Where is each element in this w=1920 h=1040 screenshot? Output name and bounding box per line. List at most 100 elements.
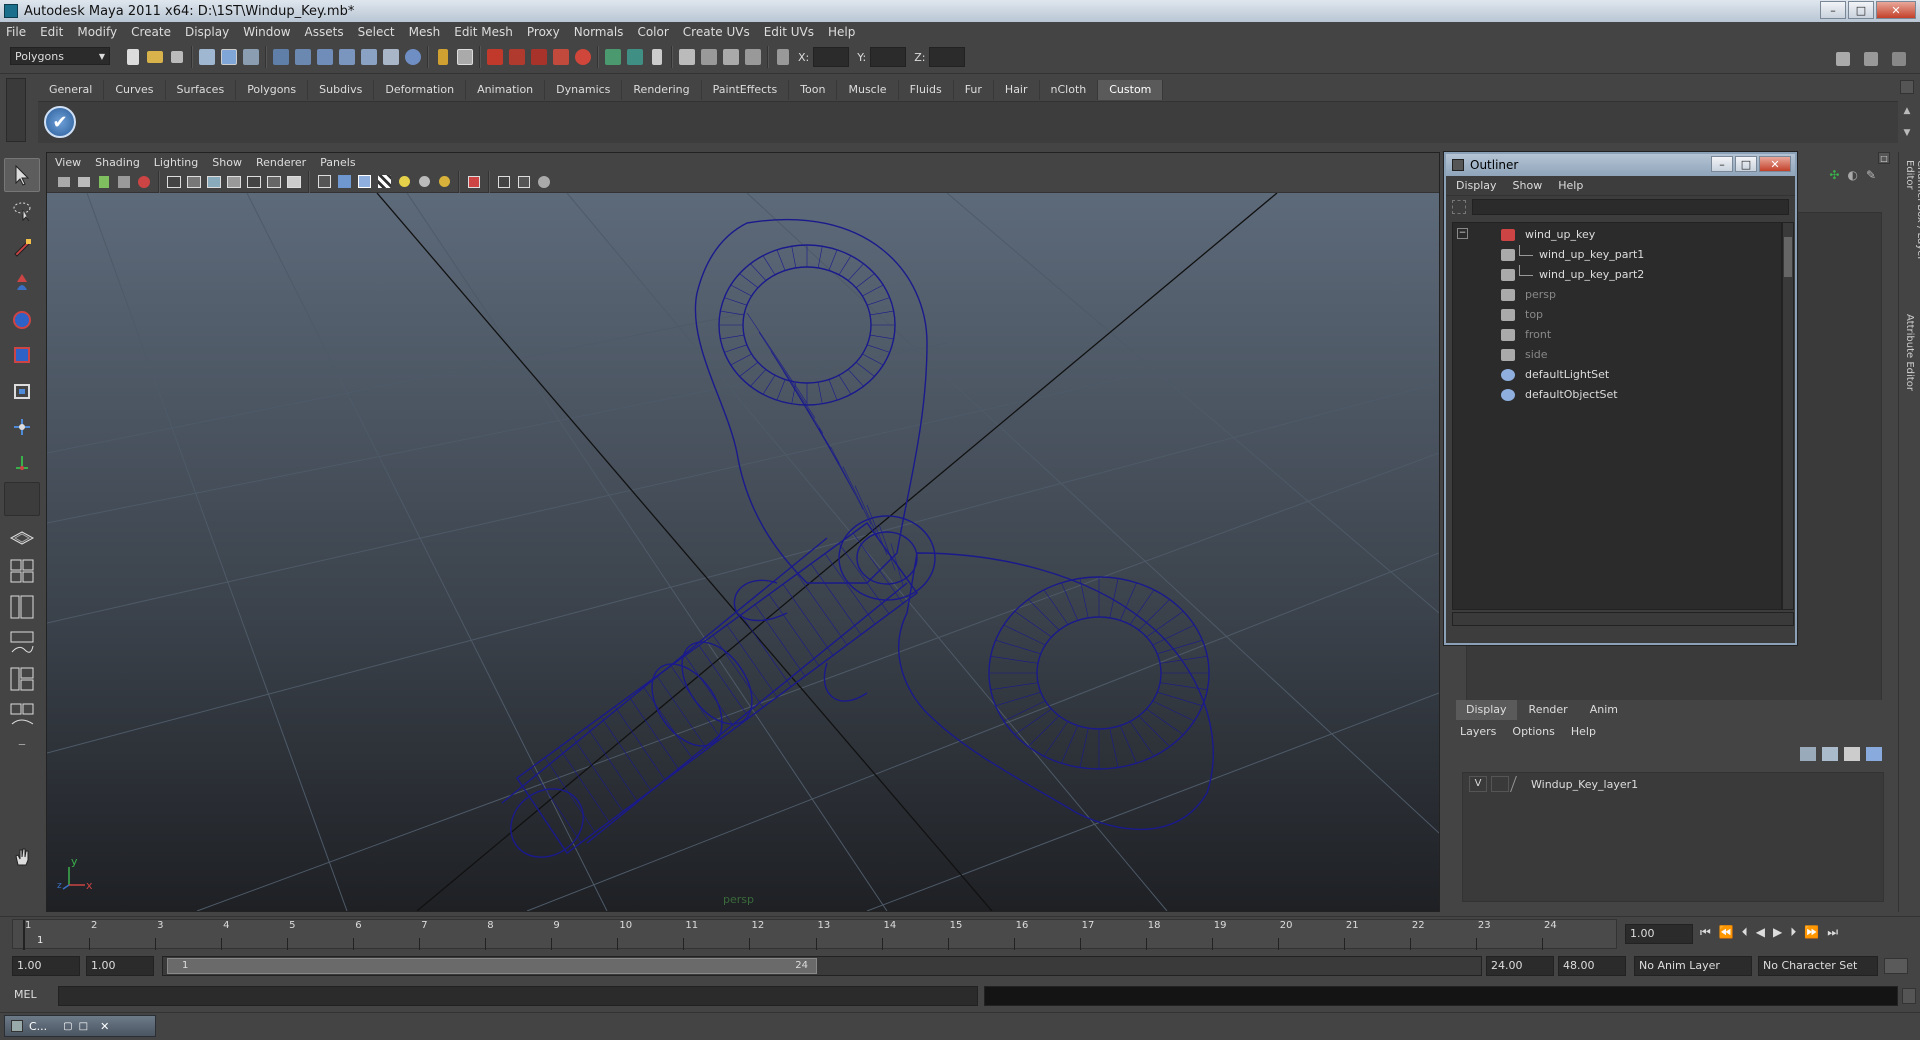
menu-display[interactable]: Display: [185, 25, 229, 39]
outliner-item[interactable]: top: [1453, 305, 1781, 325]
xray-icon[interactable]: [465, 173, 483, 191]
absolute-transform-icon[interactable]: [772, 46, 794, 68]
shelf-tab-curves[interactable]: Curves: [104, 80, 166, 100]
save-scene-icon[interactable]: [166, 46, 188, 68]
last-tool-slot[interactable]: [4, 482, 40, 516]
shelf-tab-surfaces[interactable]: Surfaces: [165, 80, 237, 100]
outliner-item[interactable]: wind_up_key_part2: [1453, 265, 1781, 285]
film-gate-icon[interactable]: [185, 173, 203, 191]
all-lights-icon[interactable]: [415, 173, 433, 191]
layer-name[interactable]: Windup_Key_layer1: [1531, 778, 1638, 791]
step-back-frame-icon[interactable]: ⏴: [1742, 925, 1748, 940]
layout-four-icon[interactable]: [1860, 48, 1882, 70]
shelf-handle[interactable]: [6, 78, 26, 142]
layer-menu-layers[interactable]: Layers: [1460, 725, 1496, 738]
layer-color-swatch[interactable]: [1510, 776, 1530, 792]
maximize-button[interactable]: □: [1848, 1, 1874, 19]
play-back-icon[interactable]: ◀: [1756, 925, 1765, 940]
manipulator-icon[interactable]: ✣: [1829, 168, 1839, 182]
wireframe-on-shaded-icon[interactable]: [355, 173, 373, 191]
restore-icon[interactable]: ▢: [63, 1021, 72, 1032]
character-set-dropdown[interactable]: No Character Set: [1758, 956, 1878, 976]
shelf-tab-deformation[interactable]: Deformation: [374, 80, 467, 100]
menu-file[interactable]: File: [6, 25, 26, 39]
render-settings-icon[interactable]: [528, 46, 550, 68]
menu-edit[interactable]: Edit: [40, 25, 63, 39]
arrow-up-icon[interactable]: ▲: [1904, 106, 1911, 116]
shadows-icon[interactable]: [435, 173, 453, 191]
outliner-item[interactable]: defaultLightSet: [1453, 365, 1781, 385]
outliner-maximize-button[interactable]: □: [1735, 156, 1757, 172]
isolate-select-icon[interactable]: [495, 173, 513, 191]
anim-layer-dropdown[interactable]: No Anim Layer: [1634, 956, 1752, 976]
arrow-down-icon[interactable]: ▼: [1904, 128, 1911, 138]
menu-help[interactable]: Help: [828, 25, 855, 39]
outliner-titlebar[interactable]: Outliner – □ ✕: [1446, 154, 1795, 176]
help-icon[interactable]: [402, 46, 424, 68]
shelf-tab-general[interactable]: General: [38, 80, 105, 100]
perspective-viewport[interactable]: View Shading Lighting Show Renderer Panels: [46, 152, 1440, 912]
smooth-shade-icon[interactable]: [335, 173, 353, 191]
image-plane-icon[interactable]: [115, 173, 133, 191]
render-view-icon[interactable]: [572, 46, 594, 68]
select-tool[interactable]: [4, 158, 40, 192]
menu-create-uvs[interactable]: Create UVs: [683, 25, 750, 39]
shelf-tab-fluids[interactable]: Fluids: [898, 80, 954, 100]
select-camera-icon[interactable]: [55, 173, 73, 191]
outliner-item[interactable]: persp: [1453, 285, 1781, 305]
command-input[interactable]: [58, 986, 978, 1006]
layout-perspective-icon[interactable]: [4, 518, 40, 552]
select-hierarchy-icon[interactable]: [196, 46, 218, 68]
wireframe-icon[interactable]: [315, 173, 333, 191]
layout-hypershade-persp-icon[interactable]: [4, 662, 40, 696]
time-slider[interactable]: 1 1 2 3 4 5 6 7 8 9 10 11 12 13 14 15 16 17 18 19 20 21 22 23 2…: [0, 916, 1920, 952]
render-icon[interactable]: [484, 46, 506, 68]
float-panel-icon[interactable]: □: [1878, 152, 1890, 164]
scale-tool[interactable]: [4, 338, 40, 372]
shelf-tab-painteffects[interactable]: PaintEffects: [701, 80, 790, 100]
menu-create[interactable]: Create: [131, 25, 171, 39]
layout-single-icon[interactable]: [1832, 48, 1854, 70]
layer-visibility-toggle[interactable]: V: [1469, 776, 1487, 792]
snap-grid-icon[interactable]: [270, 46, 292, 68]
viewport-menu-panels[interactable]: Panels: [320, 156, 355, 169]
layer-tab-anim[interactable]: Anim: [1579, 700, 1628, 720]
step-back-key-icon[interactable]: ⏪: [1719, 925, 1734, 940]
maximize-icon[interactable]: □: [79, 1021, 88, 1032]
command-language-label[interactable]: MEL: [14, 988, 37, 1001]
range-slider-track[interactable]: 1 24: [162, 956, 1482, 976]
animation-start-field[interactable]: 1.00: [12, 956, 80, 976]
lasso-tool[interactable]: [4, 194, 40, 228]
input-op-icon[interactable]: [624, 46, 646, 68]
resolution-gate-icon[interactable]: [205, 173, 223, 191]
move-tool[interactable]: [4, 266, 40, 300]
show-ui-icon[interactable]: [676, 46, 698, 68]
viewport-scene[interactable]: y x z persp: [47, 193, 1439, 911]
outliner-item[interactable]: side: [1453, 345, 1781, 365]
step-forward-key-icon[interactable]: ⏩: [1804, 925, 1819, 940]
soft-mod-tool[interactable]: [4, 410, 40, 444]
attribute-icon[interactable]: [698, 46, 720, 68]
outliner-vscrollbar[interactable]: [1782, 222, 1794, 610]
menu-assets[interactable]: Assets: [305, 25, 344, 39]
outliner-item[interactable]: front: [1453, 325, 1781, 345]
shelf-tab-rendering[interactable]: Rendering: [622, 80, 702, 100]
viewport-menu-shading[interactable]: Shading: [95, 156, 140, 169]
select-object-icon[interactable]: [218, 46, 240, 68]
two-d-pan-icon[interactable]: [135, 173, 153, 191]
x-field[interactable]: [813, 47, 850, 67]
checkmark-shelf-icon[interactable]: ✔: [44, 106, 76, 138]
manipulator-tool[interactable]: [4, 374, 40, 408]
menu-window[interactable]: Window: [243, 25, 290, 39]
ipr-render-icon[interactable]: [506, 46, 528, 68]
viewport-menu-view[interactable]: View: [55, 156, 81, 169]
layout-four-view-icon[interactable]: [4, 554, 40, 588]
layer-tab-render[interactable]: Render: [1518, 700, 1578, 720]
close-button[interactable]: ✕: [1876, 1, 1916, 19]
time-slider-track[interactable]: 1 1 2 3 4 5 6 7 8 9 10 11 12 13 14 15 16 17 18 19 20 21 22 23 2…: [12, 919, 1617, 950]
open-scene-icon[interactable]: [144, 46, 166, 68]
safe-action-icon[interactable]: [265, 173, 283, 191]
layer-row[interactable]: V Windup_Key_layer1: [1463, 773, 1883, 795]
sidebar-toggle-icon[interactable]: [646, 46, 668, 68]
menu-normals[interactable]: Normals: [574, 25, 624, 39]
